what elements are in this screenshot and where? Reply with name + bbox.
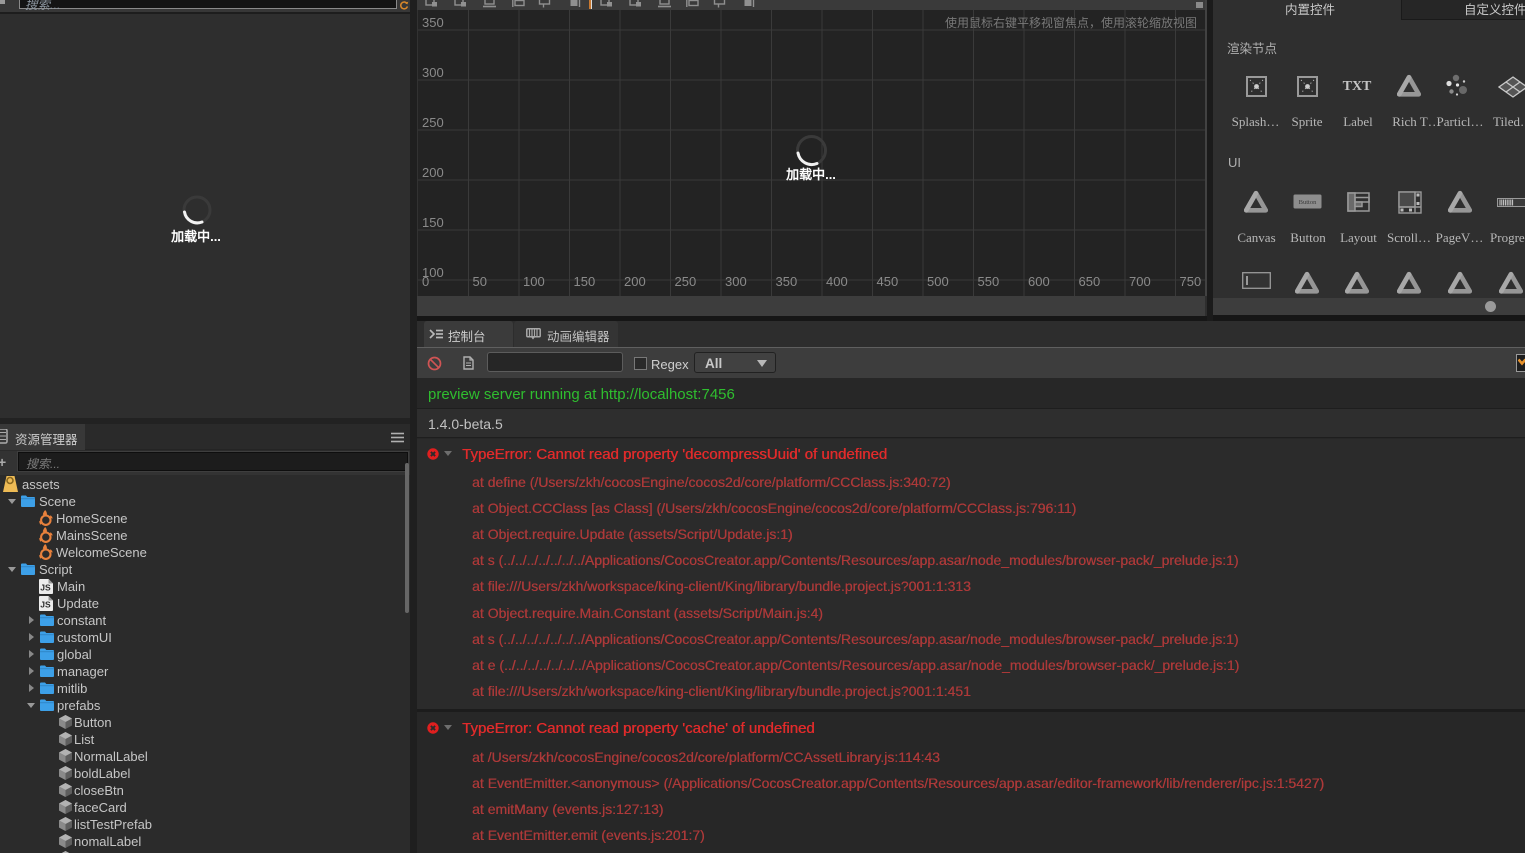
- svg-text:Button: Button: [1299, 199, 1317, 206]
- svg-text:JS: JS: [40, 583, 51, 593]
- svg-text:JS: JS: [40, 600, 51, 610]
